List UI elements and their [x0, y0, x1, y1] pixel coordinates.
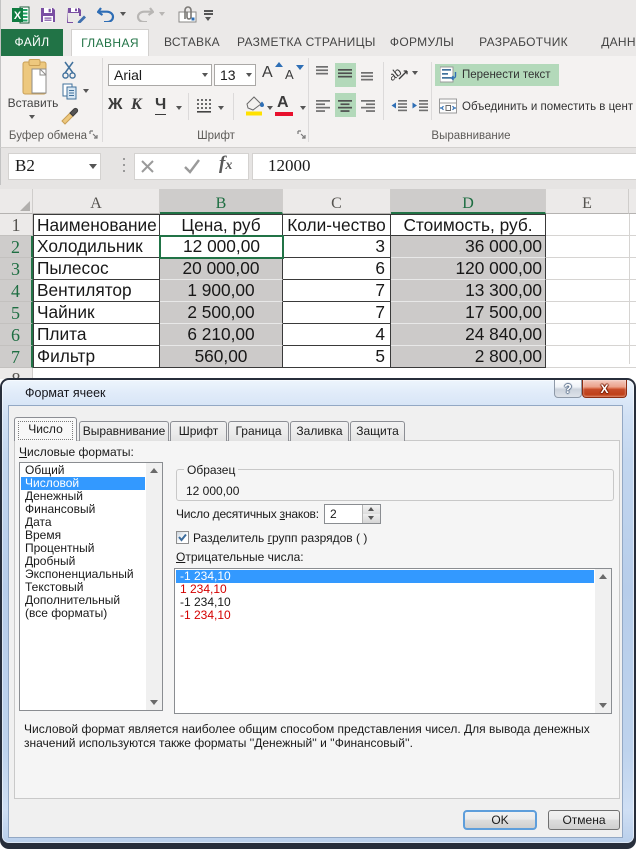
svg-text:X: X	[14, 10, 22, 22]
svg-text:ab: ab	[391, 65, 405, 81]
